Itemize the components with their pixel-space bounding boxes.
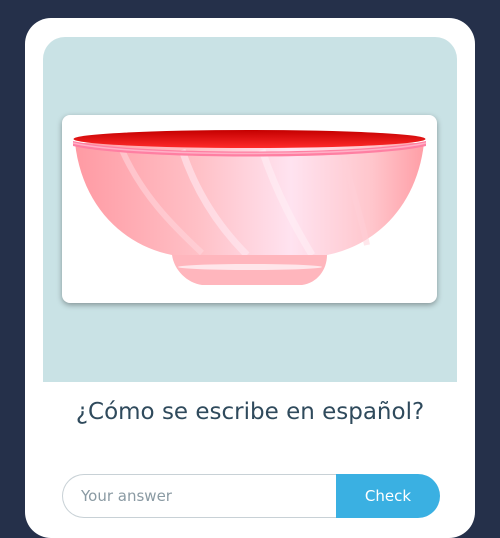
bowl-image [62,115,437,303]
answer-input[interactable] [62,474,336,518]
answer-row: Check [62,474,440,518]
bowl-illustration [72,130,427,285]
question-text: ¿Cómo se escribe en español? [75,399,425,425]
check-button[interactable]: Check [336,474,440,518]
image-panel [43,37,457,382]
flashcard: ¿Cómo se escribe en español? Check [25,18,475,538]
